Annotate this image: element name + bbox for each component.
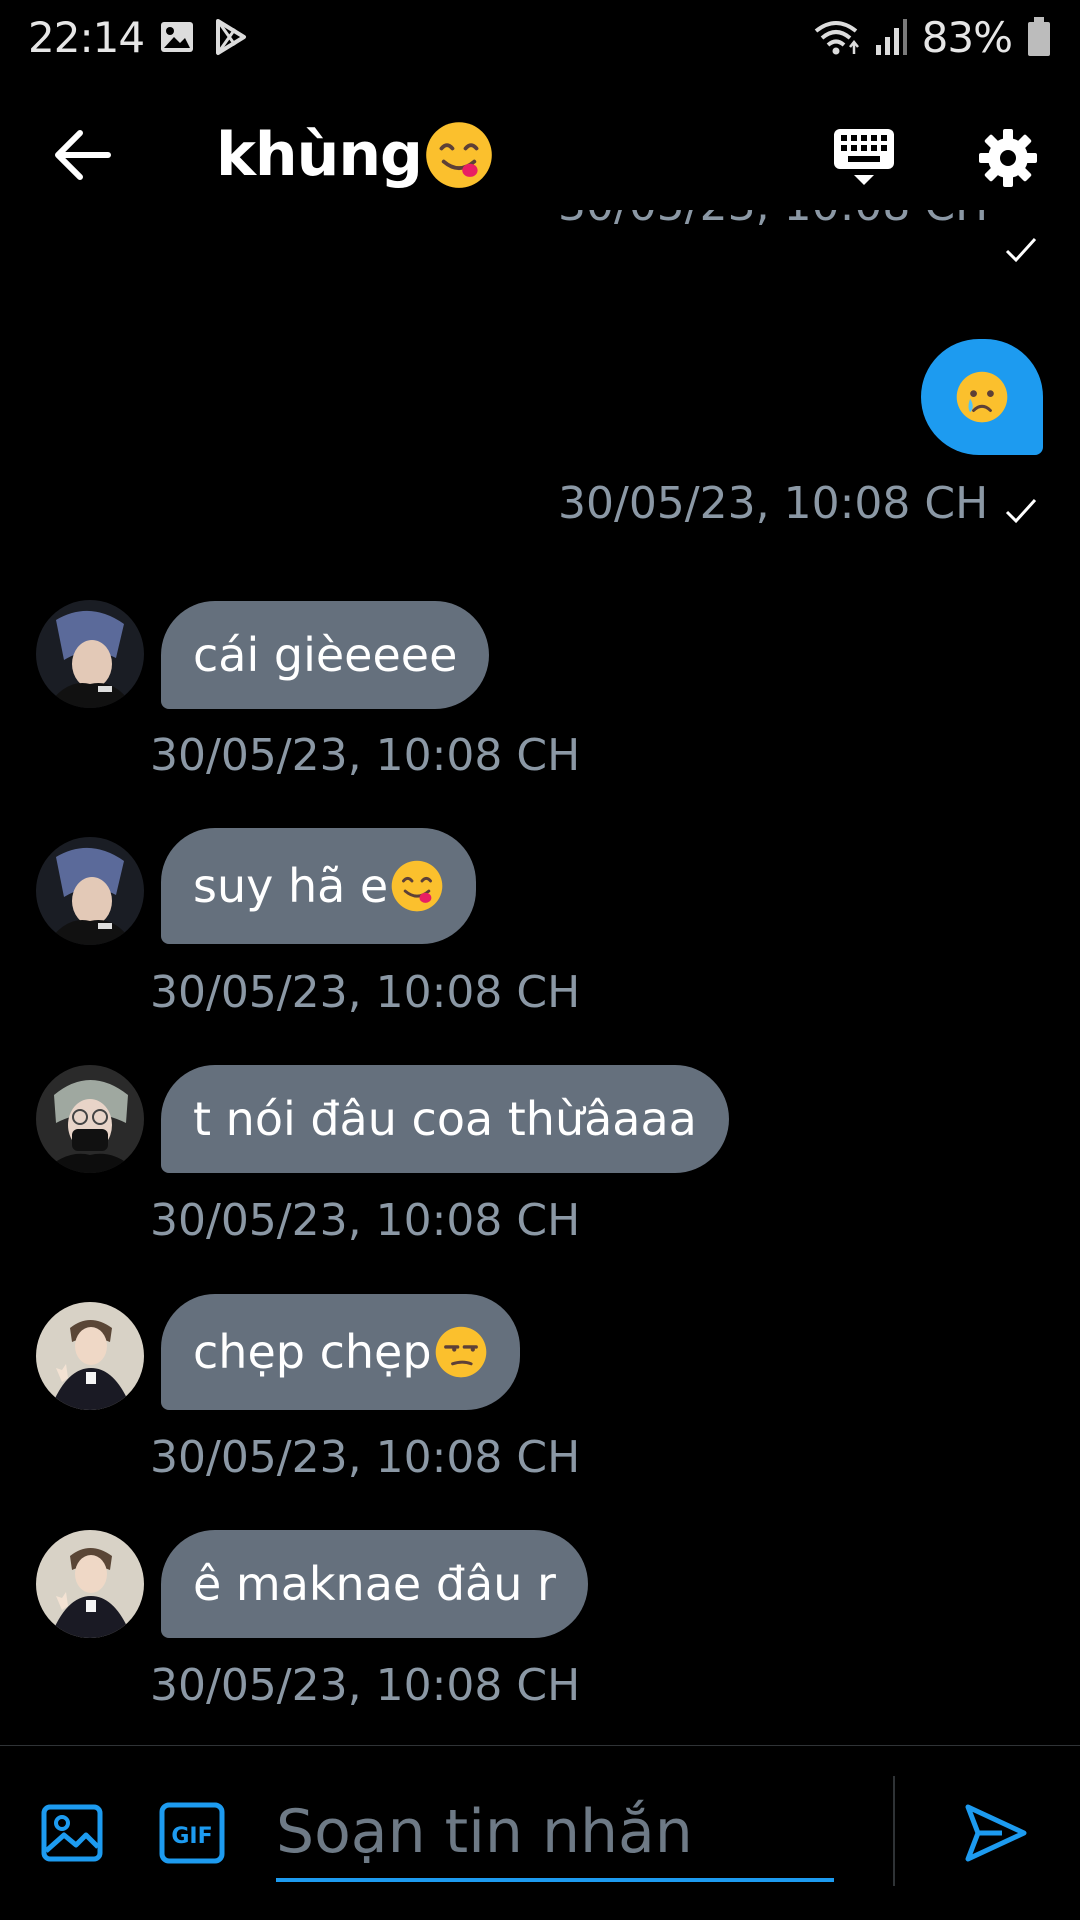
battery-icon (1026, 16, 1052, 58)
clock: 22:14 (28, 12, 145, 62)
received-message-bubble[interactable]: cái gièeeee (161, 601, 490, 709)
read-check-icon (1005, 237, 1037, 263)
received-message-bubble[interactable]: chẹp chẹp (161, 1294, 520, 1410)
back-arrow-icon (55, 130, 111, 180)
unamused-face-emoji-icon (435, 1326, 486, 1378)
attach-gif-button[interactable]: GIF (158, 1801, 226, 1865)
message-timestamp: 30/05/23, 10:08 CH (558, 478, 989, 529)
received-message-bubble[interactable]: ê maknae đâu r (161, 1530, 588, 1638)
message-timestamp: 30/05/23, 10:08 CH (150, 1432, 581, 1483)
signal-icon (874, 17, 908, 57)
message-text: cái gièeeee (193, 628, 458, 682)
message-text: ê maknae đâu r (193, 1557, 556, 1611)
attach-image-button[interactable] (40, 1801, 104, 1865)
sender-avatar[interactable] (36, 1302, 144, 1410)
settings-button[interactable] (978, 128, 1038, 188)
wifi-icon (812, 17, 860, 57)
message-timestamp: 30/05/23, 10:08 CH (150, 1195, 581, 1246)
conversation-title-text: khùng (216, 120, 423, 190)
message-input-wrapper (276, 1786, 834, 1882)
status-bar-right: 83% (812, 13, 1052, 62)
message-list[interactable]: 30/05/23, 10:08 CH 30/05/23, 10:08 CH cá… (0, 210, 1080, 1745)
gif-icon: GIF (159, 1802, 225, 1864)
keyboard-toggle-button[interactable] (832, 125, 896, 189)
sender-avatar[interactable] (36, 1530, 144, 1638)
gallery-notification-icon (158, 18, 196, 56)
message-composer: GIF (0, 1745, 1080, 1920)
message-text: chẹp chẹp (193, 1325, 432, 1379)
conversation-header: khùng (0, 100, 1080, 210)
received-message-bubble[interactable]: suy hã e (161, 828, 477, 944)
gif-label: GIF (171, 1824, 212, 1849)
message-text: t nói đâu coa thừâaaa (193, 1092, 697, 1146)
message-timestamp: 30/05/23, 10:08 CH (558, 210, 988, 231)
status-bar-left: 22:14 (28, 13, 250, 62)
message-timestamp: 30/05/23, 10:08 CH (150, 730, 581, 781)
status-bar: 22:14 83% (0, 0, 1080, 74)
keyboard-icon (834, 129, 894, 185)
read-check-icon (1005, 498, 1037, 524)
battery-percent: 83% (921, 12, 1013, 62)
sender-avatar[interactable] (36, 600, 144, 708)
composer-divider (893, 1776, 895, 1886)
message-text: suy hã e (193, 859, 389, 913)
sender-avatar[interactable] (36, 837, 144, 945)
message-timestamp: 30/05/23, 10:08 CH (150, 1660, 581, 1711)
yum-face-emoji-icon (391, 860, 443, 912)
sent-message-bubble[interactable] (921, 339, 1043, 455)
yum-face-emoji-icon (426, 122, 492, 188)
received-message-bubble[interactable]: t nói đâu coa thừâaaa (161, 1065, 729, 1173)
image-icon (41, 1804, 103, 1862)
message-input[interactable] (276, 1786, 834, 1878)
sender-avatar[interactable] (36, 1065, 144, 1173)
message-timestamp: 30/05/23, 10:08 CH (150, 967, 581, 1018)
back-button[interactable] (52, 127, 112, 183)
gear-icon (979, 129, 1037, 187)
play-store-notification-icon (210, 17, 250, 57)
crying-face-emoji-icon (956, 371, 1008, 423)
send-button[interactable] (962, 1801, 1028, 1865)
send-icon (965, 1804, 1027, 1862)
conversation-title[interactable]: khùng (216, 120, 494, 190)
